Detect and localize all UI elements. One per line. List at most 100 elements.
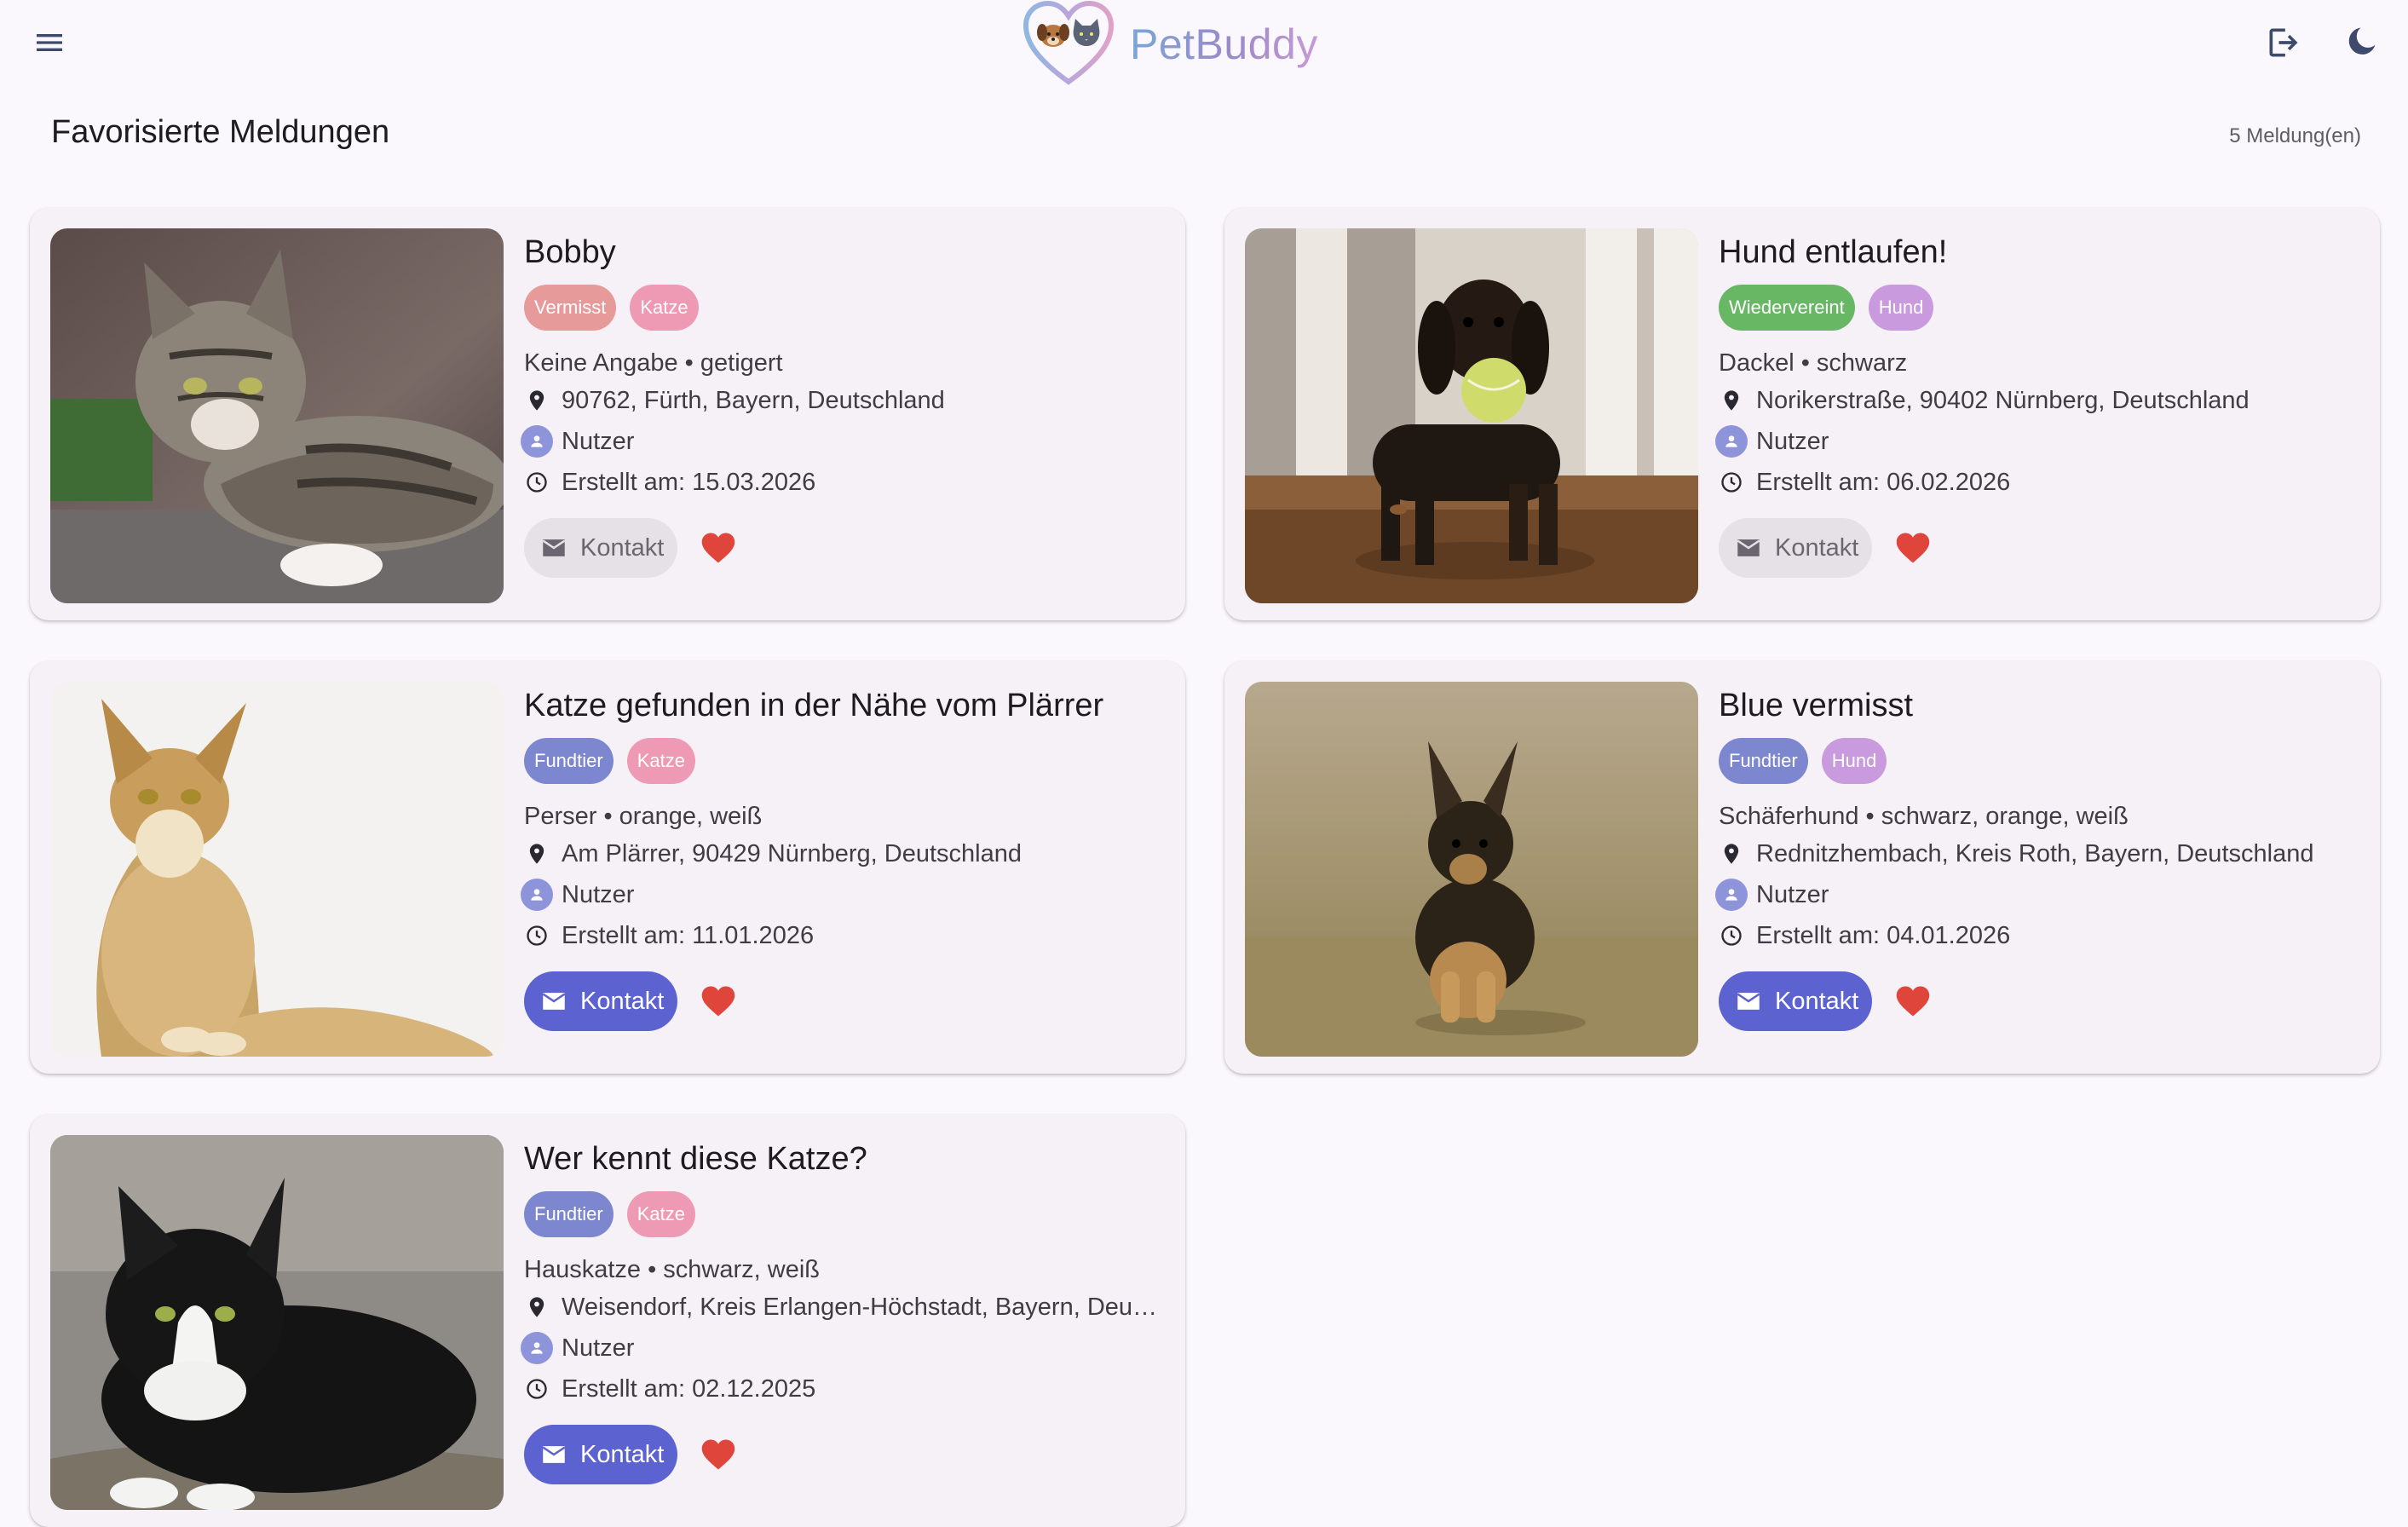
heart-pets-logo-icon (1023, 0, 1115, 85)
user-avatar-icon (1715, 879, 1748, 911)
location-pin-icon (1719, 388, 1744, 413)
species-badge: Katze (626, 738, 695, 784)
contact-button[interactable]: Kontakt (524, 518, 678, 578)
location-pin-icon (524, 1294, 550, 1320)
contact-label: Kontakt (580, 1440, 665, 1468)
user-name: Nutzer (562, 427, 635, 455)
report-card[interactable]: Blue vermisst Fundtier Hund Schäferhund … (1224, 661, 2380, 1074)
location-row: Am Plärrer, 90429 Nürnberg, Deutschland (524, 833, 1172, 874)
user-name: Nutzer (1756, 427, 1829, 455)
theme-toggle-button[interactable] (2336, 19, 2384, 66)
created-date: Erstellt am: 15.03.2026 (562, 468, 816, 496)
user-row: Nutzer (521, 421, 1172, 462)
brand-name: PetBuddy (1130, 20, 1318, 68)
heart-icon (702, 533, 735, 563)
menu-button[interactable] (26, 19, 73, 66)
report-title: Blue vermisst (1719, 688, 1914, 723)
breed-color: Hauskatze • schwarz, weiß (524, 1256, 820, 1283)
user-avatar-icon (1715, 425, 1748, 458)
location-row: 90762, Fürth, Bayern, Deutschland (524, 380, 1172, 421)
heart-icon (1897, 986, 1930, 1017)
mail-icon (539, 987, 568, 1016)
menu-icon (37, 34, 62, 51)
species-badge: Katze (626, 1191, 695, 1237)
status-badge: Fundtier (524, 738, 614, 784)
heart-icon (1897, 533, 1930, 563)
breed-color: Keine Angabe • getigert (524, 349, 783, 377)
mail-icon (539, 533, 568, 562)
logout-button[interactable] (2260, 19, 2307, 66)
logout-icon (2269, 28, 2298, 57)
created-date: Erstellt am: 04.01.2026 (1756, 921, 2011, 949)
user-name: Nutzer (562, 1334, 635, 1362)
user-avatar-icon (521, 1332, 553, 1364)
favorite-button[interactable] (698, 1434, 739, 1475)
contact-label: Kontakt (580, 533, 665, 562)
mail-icon (1734, 533, 1763, 562)
user-avatar-icon (521, 425, 553, 458)
species-badge: Hund (1821, 738, 1887, 784)
status-badge: Fundtier (524, 1191, 614, 1237)
dark-mode-moon-icon (2348, 27, 2376, 55)
mail-icon (539, 1440, 568, 1469)
location-row: Weisendorf, Kreis Erlangen-Höchstadt, Ba… (524, 1287, 1172, 1328)
contact-label: Kontakt (1775, 533, 1859, 562)
favorite-button[interactable] (1892, 527, 1933, 568)
species-badge: Katze (630, 285, 699, 331)
contact-label: Kontakt (1775, 987, 1859, 1015)
pet-photo (50, 682, 504, 1057)
report-count: 5 Meldung(en) (2229, 124, 2361, 147)
contact-button[interactable]: Kontakt (1719, 518, 1873, 578)
user-row: Nutzer (521, 1328, 1172, 1369)
status-badge: Vermisst (524, 285, 617, 331)
user-avatar-icon (521, 879, 553, 911)
breed-color: Perser • orange, weiß (524, 803, 763, 830)
report-card[interactable]: Hund entlaufen! Wiedervereint Hund Dacke… (1224, 208, 2380, 620)
report-card[interactable]: Bobby Vermisst Katze Keine Angabe • geti… (30, 208, 1185, 620)
page-title: Favorisierte Meldungen (51, 114, 390, 150)
app-logo: PetBuddy (1021, 0, 1318, 89)
pet-photo (1245, 228, 1698, 603)
created-row: Erstellt am: 06.02.2026 (1719, 462, 2366, 503)
contact-button[interactable]: Kontakt (1719, 971, 1873, 1031)
created-date: Erstellt am: 11.01.2026 (562, 921, 815, 949)
user-row: Nutzer (1715, 874, 2366, 915)
location-text: Am Plärrer, 90429 Nürnberg, Deutschland (562, 839, 1023, 867)
pet-photo (1245, 682, 1698, 1057)
report-card[interactable]: Wer kennt diese Katze? Fundtier Katze Ha… (30, 1115, 1185, 1527)
contact-button[interactable]: Kontakt (524, 971, 678, 1031)
heart-icon (702, 1439, 735, 1470)
created-row: Erstellt am: 11.01.2026 (524, 915, 1172, 956)
favorite-button[interactable] (698, 981, 739, 1022)
report-card[interactable]: Katze gefunden in der Nähe vom Plärrer F… (30, 661, 1185, 1074)
pet-photo (50, 1135, 504, 1510)
location-text: Rednitzhembach, Kreis Roth, Bayern, Deut… (1756, 839, 2314, 867)
location-text: 90762, Fürth, Bayern, Deutschland (562, 386, 945, 414)
heart-icon (702, 986, 735, 1017)
clock-icon (1719, 923, 1744, 948)
location-pin-icon (524, 388, 550, 413)
location-text: Weisendorf, Kreis Erlangen-Höchstadt, Ba… (562, 1293, 1158, 1321)
created-row: Erstellt am: 15.03.2026 (524, 462, 1172, 503)
species-badge: Hund (1868, 285, 1934, 331)
report-title: Hund entlaufen! (1719, 234, 1948, 270)
location-row: Rednitzhembach, Kreis Roth, Bayern, Deut… (1719, 833, 2366, 874)
breed-color: Schäferhund • schwarz, orange, weiß (1719, 803, 2129, 830)
favorite-button[interactable] (1892, 981, 1933, 1022)
created-row: Erstellt am: 04.01.2026 (1719, 915, 2366, 956)
user-row: Nutzer (521, 874, 1172, 915)
created-row: Erstellt am: 02.12.2025 (524, 1369, 1172, 1409)
pet-photo (50, 228, 504, 603)
clock-icon (524, 923, 550, 948)
favorite-button[interactable] (698, 527, 739, 568)
contact-button[interactable]: Kontakt (524, 1425, 678, 1484)
created-date: Erstellt am: 02.12.2025 (562, 1374, 816, 1403)
location-text: Norikerstraße, 90402 Nürnberg, Deutschla… (1756, 386, 2250, 414)
status-badge: Fundtier (1719, 738, 1808, 784)
clock-icon (1719, 470, 1744, 495)
location-pin-icon (1719, 841, 1744, 867)
contact-label: Kontakt (580, 987, 665, 1015)
user-name: Nutzer (562, 880, 635, 908)
location-pin-icon (524, 841, 550, 867)
user-name: Nutzer (1756, 880, 1829, 908)
